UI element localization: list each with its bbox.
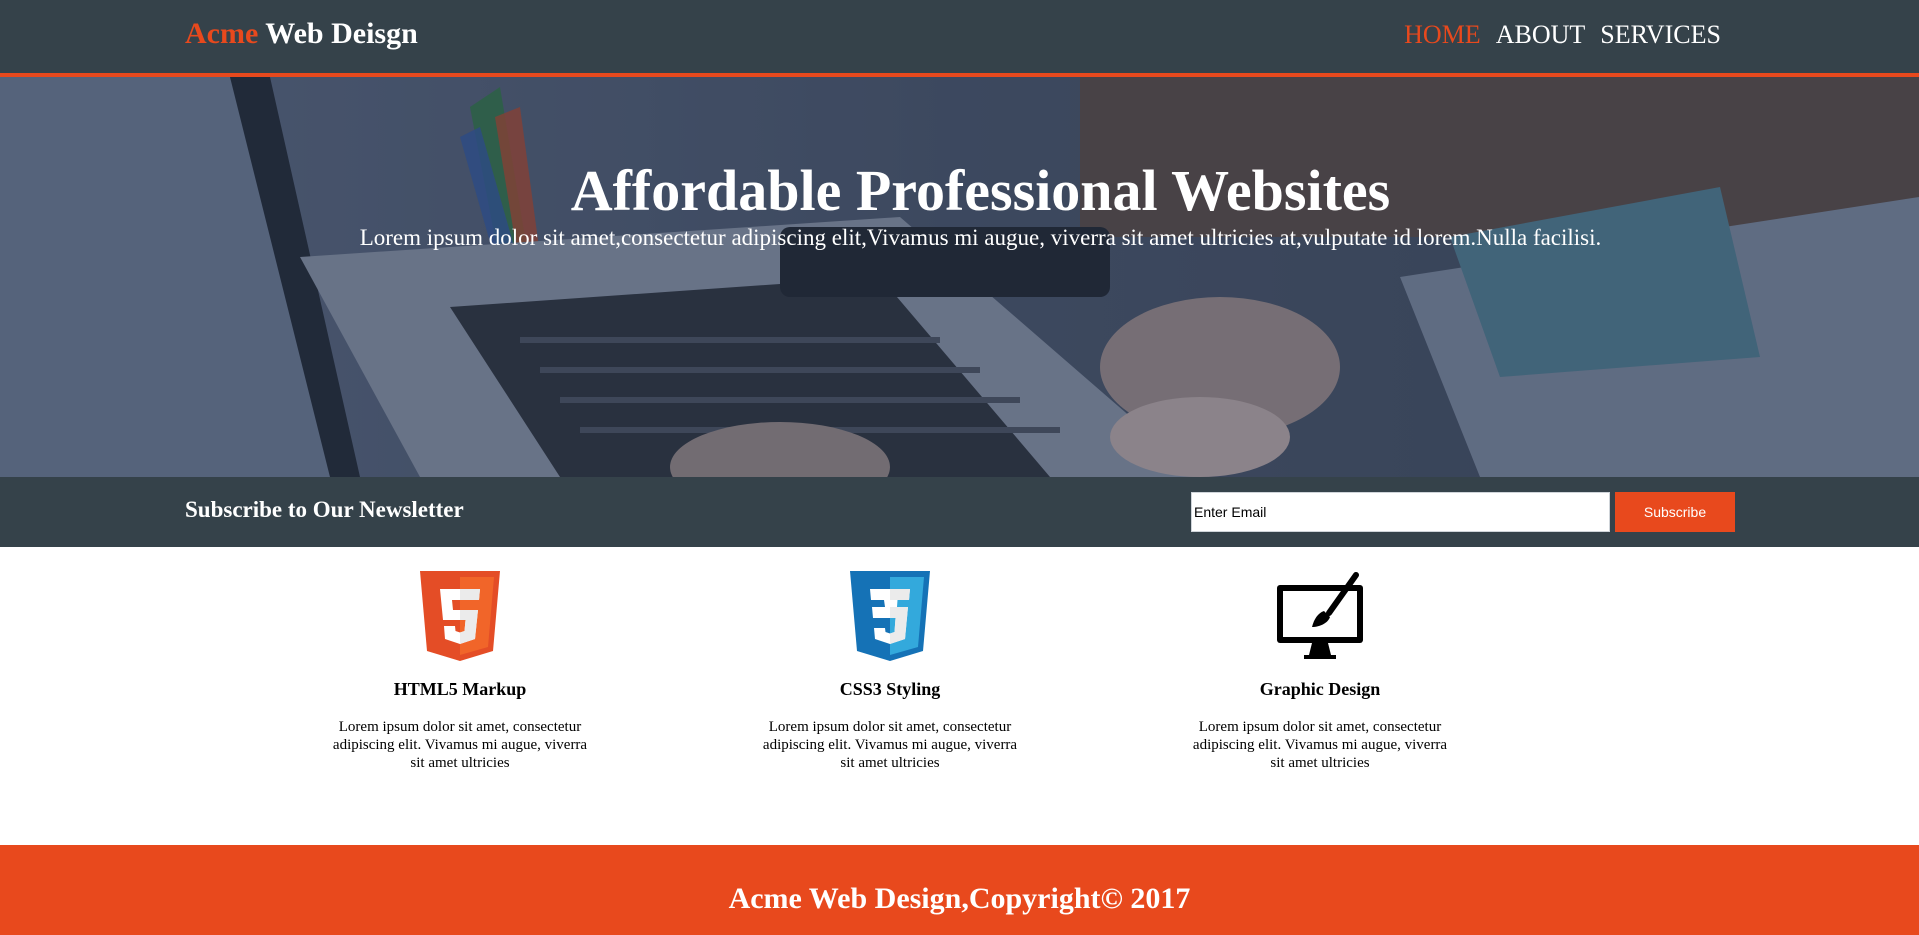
newsletter-heading: Subscribe to Our Newsletter: [185, 497, 464, 522]
hero-description: Lorem ipsum dolor sit amet,consectetur a…: [359, 225, 1602, 250]
showcase-hero: Affordable Professional Websites Lorem i…: [0, 77, 1919, 477]
html5-icon: [420, 571, 500, 661]
features-section: HTML5 Markup Lorem ipsum dolor sit amet,…: [0, 547, 1919, 845]
feature-description: Lorem ipsum dolor sit amet, consectetur …: [332, 719, 588, 771]
logo-highlight: Acme: [185, 17, 259, 50]
monitor-brush-icon: [1277, 572, 1363, 659]
feature-title: Graphic Design: [1259, 679, 1381, 699]
hero-title: Affordable Professional Websites: [570, 158, 1391, 223]
css3-icon: [850, 571, 930, 661]
site-header: Acme Web Deisgn HOME ABOUT SERVICES: [0, 0, 1919, 77]
feature-description: Lorem ipsum dolor sit amet, consectetur …: [1192, 719, 1448, 771]
feature-box-css3: CSS3 Styling Lorem ipsum dolor sit amet,…: [755, 571, 1025, 772]
nav-about-link[interactable]: ABOUT: [1496, 20, 1586, 50]
logo-text: Web Deisgn: [258, 17, 418, 50]
footer-copyright: Acme Web Design,Copyright© 2017: [728, 882, 1191, 915]
nav-services-link[interactable]: SERVICES: [1600, 20, 1721, 50]
feature-description: Lorem ipsum dolor sit amet, consectetur …: [762, 719, 1018, 771]
newsletter-bar: Subscribe to Our Newsletter Subscribe: [0, 477, 1919, 547]
feature-title: HTML5 Markup: [393, 679, 527, 699]
site-logo[interactable]: Acme Web Deisgn: [185, 17, 418, 51]
feature-box-graphic-design: Graphic Design Lorem ipsum dolor sit ame…: [1185, 571, 1455, 772]
feature-box-html5: HTML5 Markup Lorem ipsum dolor sit amet,…: [325, 571, 595, 772]
email-input[interactable]: [1191, 492, 1610, 532]
main-nav: HOME ABOUT SERVICES: [1404, 20, 1721, 50]
nav-home-link[interactable]: HOME: [1404, 20, 1481, 50]
subscribe-button[interactable]: Subscribe: [1615, 492, 1735, 532]
hero-overlay: [0, 77, 1919, 477]
feature-title: CSS3 Styling: [839, 679, 941, 699]
site-footer: Acme Web Design,Copyright© 2017: [0, 845, 1919, 935]
